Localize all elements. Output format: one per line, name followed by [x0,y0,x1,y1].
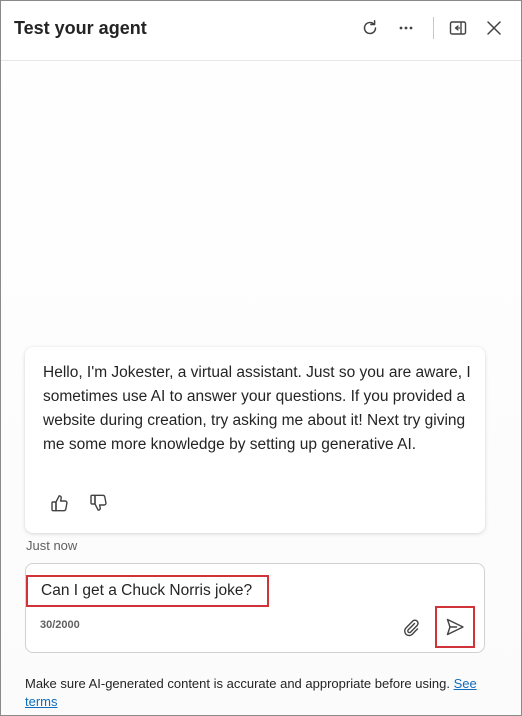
message-timestamp: Just now [26,538,78,553]
close-icon [487,21,501,35]
paperclip-icon [404,619,419,637]
ai-disclaimer: Make sure AI-generated content is accura… [25,675,495,711]
disclaimer-text: Make sure AI-generated content is accura… [25,676,450,691]
send-icon [446,618,464,636]
more-options-button[interactable] [393,15,419,41]
panel-header: Test your agent [1,1,521,61]
more-icon [399,26,413,30]
bot-message-text: Hello, I'm Jokester, a virtual assistant… [43,364,471,453]
thumbs-up-button[interactable] [47,490,73,516]
thumbs-up-icon [51,495,68,512]
panel-title: Test your agent [14,18,147,38]
attach-button[interactable] [398,614,424,640]
bot-message-card: Hello, I'm Jokester, a virtual assistant… [25,347,485,533]
refresh-icon [363,20,377,35]
header-divider [433,17,434,39]
send-button[interactable] [435,606,475,648]
thumbs-down-button[interactable] [86,490,112,516]
test-agent-panel: Test your agent Hello, I'm Jokester, a v… [0,0,522,716]
collapse-panel-icon [449,21,467,35]
close-button[interactable] [481,15,507,41]
character-counter: 30/2000 [40,619,80,631]
chat-input-box: 30/2000 [25,563,485,653]
chat-input[interactable] [26,575,269,607]
thumbs-down-icon [90,494,107,511]
collapse-panel-button[interactable] [445,15,471,41]
refresh-button[interactable] [357,15,383,41]
